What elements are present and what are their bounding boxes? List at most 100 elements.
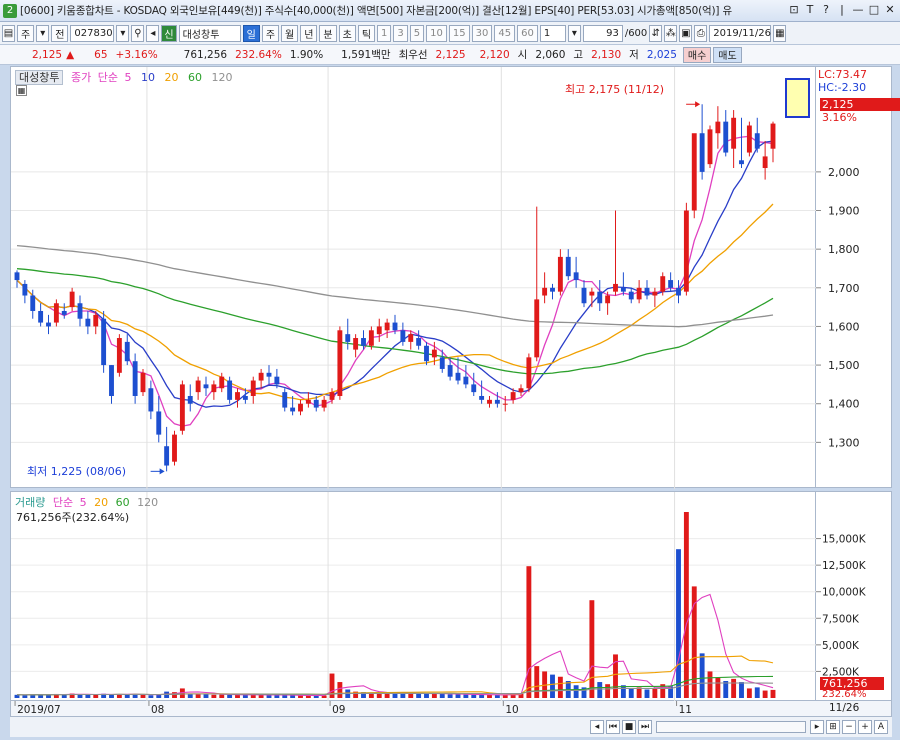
unit-input[interactable]: 1 (539, 24, 566, 42)
minute-30-button[interactable]: 30 (471, 24, 493, 42)
restore-icon[interactable]: ⊡ (788, 3, 800, 16)
last-icon[interactable]: ⏭ (638, 720, 652, 734)
grid-icon[interactable]: ▦ (16, 85, 27, 96)
print-icon[interactable]: ⎙ (694, 24, 708, 42)
chart-type-icon[interactable]: ⁂ (664, 24, 678, 42)
volume-bar (22, 695, 28, 698)
candle-body (345, 334, 351, 342)
legend-vol-ma60: 60 (115, 496, 130, 509)
unit-dropdown-icon[interactable]: ▾ (567, 24, 581, 42)
stock-code-input[interactable]: 027830 (70, 24, 115, 42)
period-month-tab[interactable]: 월 (281, 24, 299, 42)
scroll-track[interactable] (656, 721, 806, 733)
volume-legend: 거래량 단순 5 20 60 120 (15, 494, 158, 510)
fit-icon[interactable]: ⊞ (826, 720, 840, 734)
minute-10-button[interactable]: 10 (426, 24, 447, 42)
minute-1-button[interactable]: 1 (377, 24, 392, 42)
maximize-icon[interactable]: □ (868, 3, 880, 16)
period-second-tab[interactable]: 초 (338, 24, 356, 42)
volume-bar (195, 693, 201, 698)
volume-bar (636, 687, 642, 698)
candle-body (770, 123, 776, 149)
volume-bar (203, 694, 209, 698)
calendar-icon[interactable]: ▦ (773, 24, 787, 42)
volume-chart-pane[interactable]: 거래량 단순 5 20 60 120 761,256주(232.64%) (10, 491, 817, 702)
candle-body (38, 310, 44, 323)
candle-body (227, 380, 233, 400)
high-price: 2,130 (591, 48, 622, 61)
period-week-tab[interactable]: 주 (261, 24, 280, 42)
zoom-in-icon[interactable]: + (858, 720, 872, 734)
scroll-left-icon[interactable]: ◂ (590, 720, 604, 734)
date-input[interactable]: 2019/11/26 (709, 24, 772, 42)
save-icon[interactable]: ▣ (679, 24, 693, 42)
legend-vol-ma120: 120 (137, 496, 159, 509)
volume-bar (463, 694, 469, 698)
legend-ma60: 60 (187, 71, 202, 84)
candle-body (739, 160, 744, 165)
chart-toolbar: ▤ 주 ▾ 전 027830 ▾ ⚲ ◂ 신 대성창투 일 주 월 년 분 초 … (0, 22, 900, 45)
minute-45-button[interactable]: 45 (494, 24, 516, 42)
sell-button[interactable]: 매도 (713, 46, 742, 63)
candle-body (384, 322, 390, 331)
candle-body (416, 338, 422, 346)
candle-body (550, 287, 555, 292)
search-icon[interactable]: ⚲ (131, 24, 145, 42)
new-badge: 신 (161, 24, 177, 42)
legend-volume-name[interactable]: 거래량 (15, 496, 45, 509)
chart-scrollbar: ◂ ⏮ ■ ⏭ ▸ ⊞ − + A (10, 717, 892, 737)
candle-body (746, 125, 752, 153)
period-tick-tab[interactable]: 틱 (357, 24, 376, 42)
minute-60-button[interactable]: 60 (517, 24, 538, 42)
signal-icon[interactable]: ⇵ (649, 24, 663, 42)
period-day-tab[interactable]: 일 (242, 24, 260, 42)
first-icon[interactable]: ⏮ (606, 720, 620, 734)
open-label: 시 (517, 49, 528, 61)
zoom-out-icon[interactable]: − (842, 720, 856, 734)
volume-bar (683, 512, 689, 698)
layout-icon[interactable]: ▤ (2, 24, 15, 42)
candle-body (140, 372, 146, 393)
market-select[interactable]: 전 (51, 24, 69, 42)
ma-line-5 (16, 135, 774, 427)
volume-bar (479, 694, 485, 698)
legend-ma120: 120 (211, 71, 233, 84)
candle-body (164, 446, 170, 466)
stop-icon[interactable]: ■ (622, 720, 636, 734)
vol-tick-label: 15,000K (822, 534, 867, 546)
scroll-right-icon[interactable]: ▸ (810, 720, 824, 734)
chevron-down-icon[interactable]: ▾ (36, 24, 50, 42)
buy-button[interactable]: 매수 (682, 46, 712, 63)
candle-body (683, 210, 689, 292)
stock-name-field[interactable]: 대성창투 (178, 24, 241, 42)
period-select[interactable]: 주 (17, 24, 35, 42)
auto-icon[interactable]: A (874, 720, 888, 734)
minute-3-button[interactable]: 3 (393, 24, 408, 42)
candle-body (93, 314, 99, 327)
speaker-icon[interactable]: ◂ (146, 24, 160, 42)
highlight-box[interactable] (785, 78, 810, 118)
candle-body (337, 330, 343, 396)
period-year-tab[interactable]: 년 (300, 24, 318, 42)
volume-chart-svg[interactable] (11, 492, 817, 702)
candle-body (77, 303, 83, 319)
price-chart-svg[interactable] (11, 67, 817, 489)
minimize-icon[interactable]: — (852, 3, 864, 16)
minute-15-button[interactable]: 15 (448, 24, 470, 42)
period-minute-tab[interactable]: 분 (319, 24, 337, 42)
legend-stock-name[interactable]: 대성창투 (15, 70, 64, 85)
price-tick-label: 1,300 (828, 436, 860, 449)
minute-5-button[interactable]: 5 (409, 24, 425, 42)
text-icon[interactable]: T (804, 3, 816, 16)
help-icon[interactable]: ? (820, 3, 832, 16)
candle-body (203, 384, 209, 389)
price-chart-pane[interactable]: 대성창투 종가 단순 5 10 20 60 120 ▦ 최고 2,175 (11… (10, 66, 817, 489)
code-dropdown-icon[interactable]: ▾ (116, 24, 130, 42)
candle-body (353, 338, 359, 350)
volume-bar (61, 694, 67, 698)
close-icon[interactable]: ✕ (884, 3, 896, 16)
candle-body (652, 291, 658, 296)
price-tick-label: 1,400 (828, 398, 860, 411)
count-input[interactable]: 93 (582, 24, 623, 42)
candle-body (431, 349, 437, 358)
